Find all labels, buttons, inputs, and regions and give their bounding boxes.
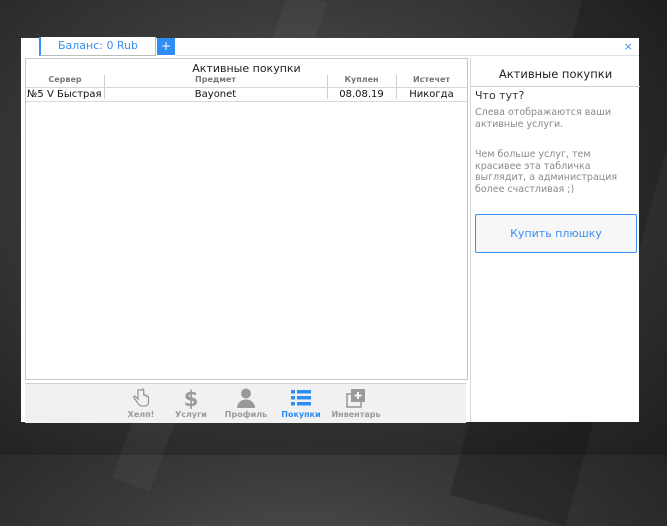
column-header-server: Сервер (48, 75, 82, 84)
header-divider (175, 55, 639, 56)
buy-button[interactable]: Купить плюшку (475, 214, 637, 253)
nav-inventory-label: Инвентарь (331, 410, 381, 419)
info-sidebar: Активные покупки Что тут? Слева отобража… (470, 58, 640, 422)
sidebar-divider (471, 86, 640, 87)
nav-services-label: Услуги (175, 410, 207, 419)
cell-item: Bayonet (194, 89, 237, 100)
nav-inventory[interactable]: Инвентарь (331, 387, 381, 423)
svg-text:$: $ (184, 387, 199, 409)
nav-help-label: Хелп! (127, 410, 155, 419)
column-header-bought: Куплен (344, 75, 379, 84)
sidebar-question: Что тут? (475, 89, 525, 102)
purchases-table: Активные покупки Сервер Предмет Куплен И… (25, 58, 468, 380)
table-header: Сервер Предмет Куплен Истечет (26, 75, 467, 86)
dollar-icon: $ (184, 387, 199, 409)
balance-tab[interactable]: Баланс: 0 Rub (39, 37, 156, 56)
nav-purchases[interactable]: Покупки (276, 387, 326, 423)
donate-window: Баланс: 0 Rub + × Активные покупки Серве… (21, 37, 640, 423)
nav-profile-label: Профиль (224, 410, 268, 419)
add-box-icon (346, 389, 365, 408)
list-icon (291, 390, 311, 406)
table-row[interactable]: №5 V Быстрая Bayonet 08.08.19 Никогда (26, 87, 467, 102)
close-icon[interactable]: × (624, 40, 633, 53)
nav-services[interactable]: $ Услуги (166, 387, 216, 423)
nav-purchases-label: Покупки (281, 410, 321, 419)
column-header-expires: Истечет (412, 75, 451, 84)
nav-profile[interactable]: Профиль (221, 387, 271, 423)
cell-bought: 08.08.19 (339, 89, 384, 100)
cell-expires: Никогда (409, 89, 454, 100)
nav-help[interactable]: Хелп! (116, 387, 166, 423)
add-balance-button[interactable]: + (157, 38, 175, 55)
table-title: Активные покупки (192, 62, 301, 75)
bottom-navigation: Хелп! $ Услуги Профиль Покупки Инвентарь (25, 383, 466, 423)
column-header-item: Предмет (195, 75, 236, 84)
hand-pointer-icon (132, 388, 150, 407)
sidebar-title: Активные покупки (498, 67, 613, 81)
sidebar-note: Чем больше услуг, тем красивее эта табли… (475, 149, 618, 195)
cell-server: №5 V Быстрая (27, 89, 102, 100)
sidebar-description: Слева отображаются ваши активные услуги. (475, 107, 612, 130)
user-icon (237, 388, 255, 408)
